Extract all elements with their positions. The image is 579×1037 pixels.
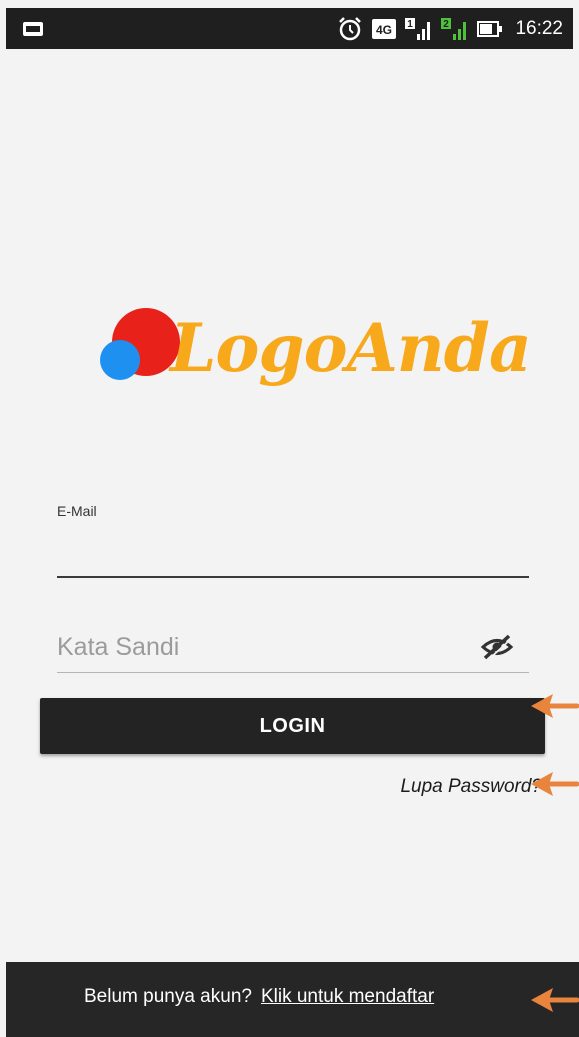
forgot-password-link[interactable]: Lupa Password? xyxy=(400,776,542,798)
signup-prompt: Belum punya akun? xyxy=(84,986,252,1007)
status-time: 16:22 xyxy=(515,17,563,39)
battery-icon xyxy=(477,20,503,38)
sim1-label: 1 xyxy=(408,19,414,30)
password-field[interactable] xyxy=(57,624,477,670)
annotation-arrow-icon xyxy=(531,694,579,718)
notification-icon xyxy=(22,21,44,37)
email-field[interactable] xyxy=(57,530,529,578)
network-label: 4G xyxy=(376,23,392,37)
annotation-arrow-icon xyxy=(531,772,579,796)
logo-text: LogoAnda xyxy=(170,309,532,387)
login-screen: 4G 1 2 16:22 LogoAnda E-Mail LOGIN Lupa … xyxy=(0,0,579,1037)
email-label: E-Mail xyxy=(57,503,97,519)
login-button[interactable]: LOGIN xyxy=(40,698,545,754)
annotation-arrow-icon xyxy=(531,988,579,1012)
footer-text: Belum punya akun? Klik untuk mendaftar xyxy=(84,986,434,1008)
password-underline xyxy=(57,672,529,673)
4g-icon: 4G xyxy=(371,18,397,40)
footer-bar: Belum punya akun? Klik untuk mendaftar xyxy=(6,962,579,1037)
alarm-icon xyxy=(337,16,363,42)
eye-off-icon[interactable] xyxy=(480,632,514,662)
sim2-label: 2 xyxy=(444,19,450,30)
signal-sim1-icon: 1 xyxy=(405,16,433,42)
status-bar: 4G 1 2 16:22 xyxy=(6,8,573,49)
register-link[interactable]: Klik untuk mendaftar xyxy=(261,986,434,1007)
app-logo: LogoAnda xyxy=(98,300,532,410)
signal-sim2-icon: 2 xyxy=(441,16,469,42)
